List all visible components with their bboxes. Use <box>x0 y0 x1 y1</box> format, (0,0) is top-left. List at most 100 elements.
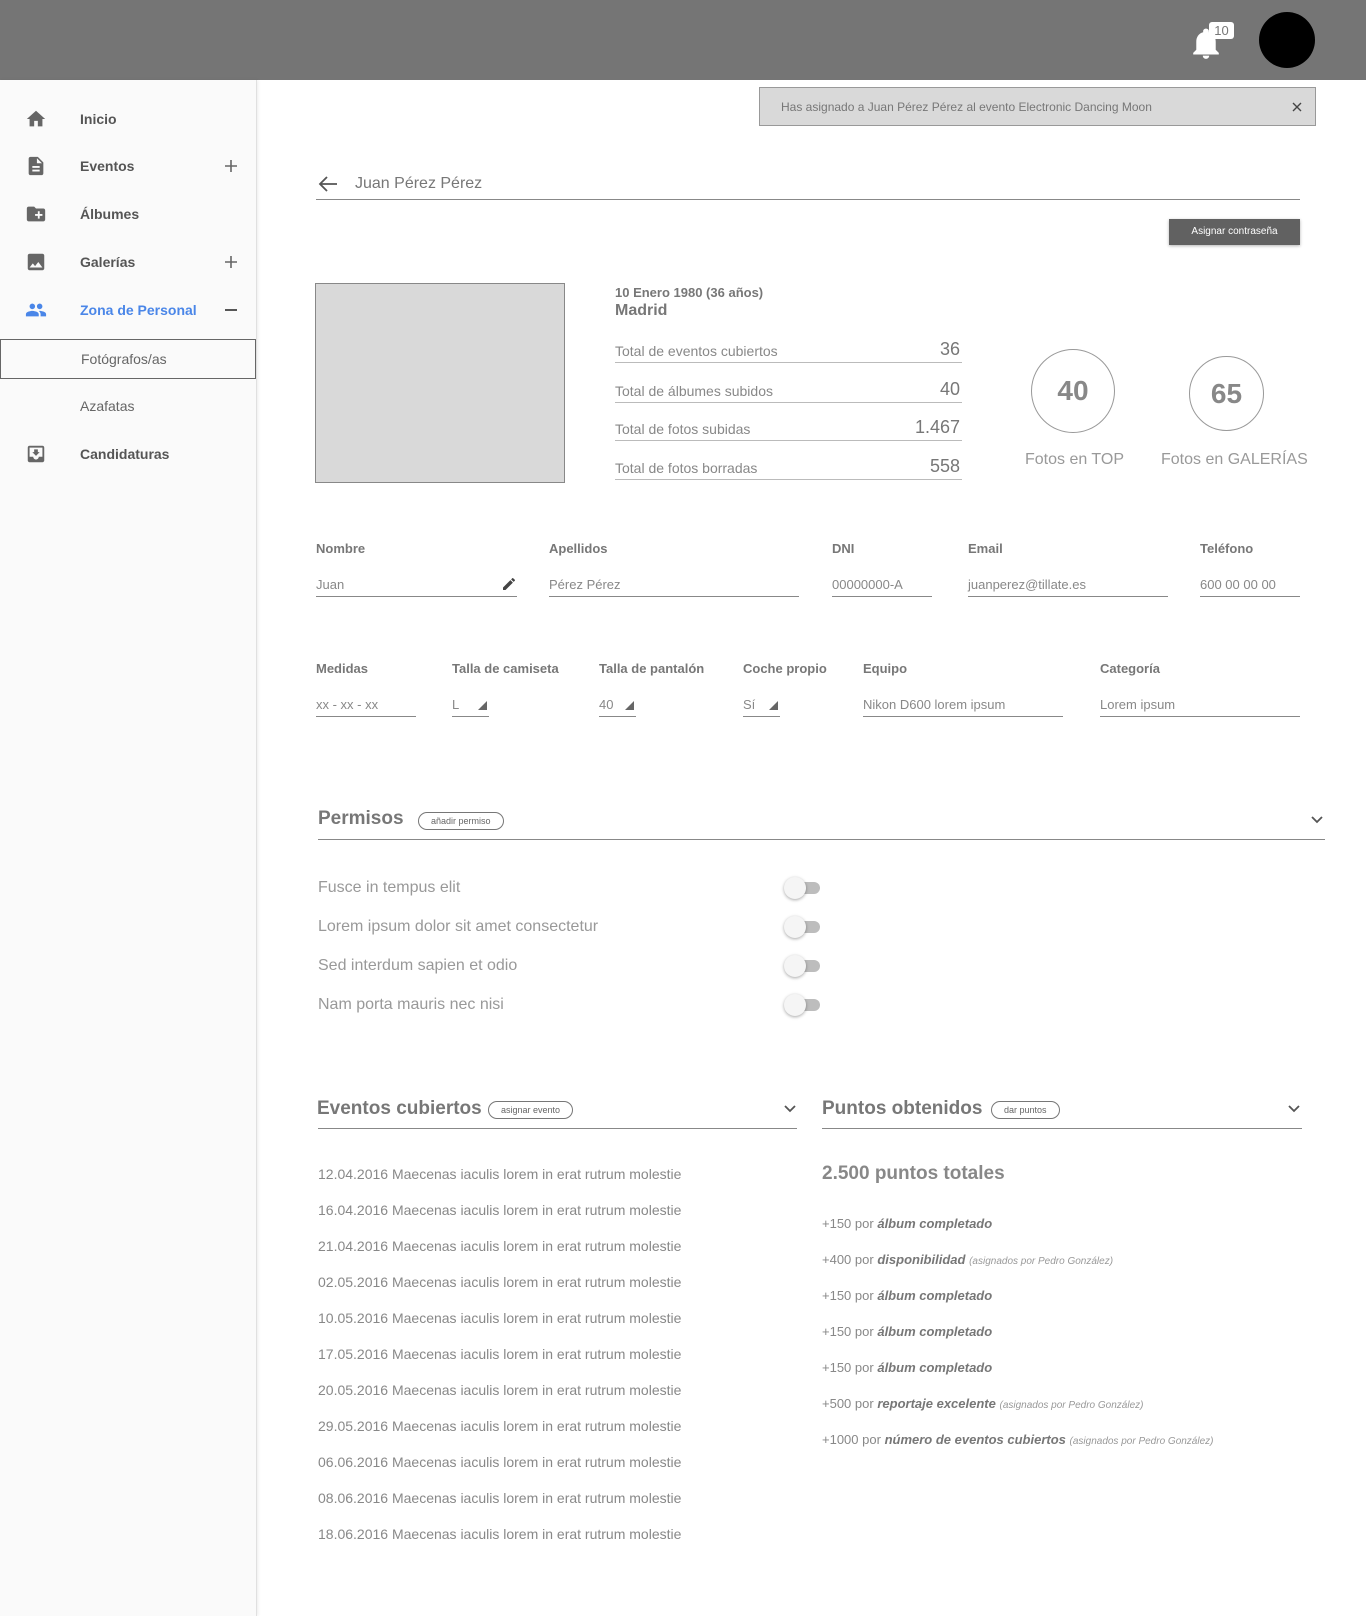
points-entry: +150 por álbum completado <box>822 1360 992 1375</box>
chevron-down-icon[interactable] <box>1310 815 1324 825</box>
categoria-field[interactable]: Lorem ipsum <box>1100 693 1300 717</box>
sidebar-subitem-azafatas[interactable]: Azafatas <box>0 386 256 426</box>
toast-message: Has asignado a Juan Pérez Pérez al event… <box>781 99 1152 114</box>
sidebar-item-inicio[interactable]: Inicio <box>0 99 257 139</box>
field-label: Coche propio <box>743 661 827 676</box>
permission-toggle[interactable] <box>784 955 824 977</box>
puntos-title: Puntos obtenidos <box>822 1098 983 1119</box>
sidebar-subitem-fotografos[interactable]: Fotógrafos/as <box>0 339 256 379</box>
dni-field[interactable]: 00000000-A <box>832 573 932 597</box>
chevron-down-icon[interactable] <box>1287 1104 1301 1114</box>
points-total: 2.500 puntos totales <box>822 1163 1005 1184</box>
stat-value: 558 <box>929 456 960 476</box>
pencil-icon[interactable] <box>503 578 515 590</box>
sidebar-item-candidaturas[interactable]: Candidaturas <box>0 434 257 474</box>
permission-toggle[interactable] <box>784 916 824 938</box>
field-value: 600 00 00 00 <box>1200 577 1276 592</box>
eventos-title: Eventos cubiertos <box>317 1098 482 1119</box>
sidebar-item-galerias[interactable]: Galerías <box>0 242 257 282</box>
permission-label: Lorem ipsum dolor sit amet consectetur <box>318 918 599 935</box>
points-amount: +150 <box>822 1288 852 1303</box>
plus-icon[interactable] <box>224 159 238 173</box>
list-item[interactable]: 06.06.2016 Maecenas iaculis lorem in era… <box>318 1454 681 1470</box>
avatar[interactable] <box>1259 12 1315 68</box>
telefono-field[interactable]: 600 00 00 00 <box>1200 573 1300 597</box>
stat-value: 40 <box>939 379 960 399</box>
list-item[interactable]: 20.05.2016 Maecenas iaculis lorem in era… <box>318 1382 681 1398</box>
divider <box>316 199 1300 200</box>
back-arrow-icon[interactable] <box>317 174 339 194</box>
field-value: Sí <box>743 697 756 712</box>
coche-propio-select[interactable]: Sí <box>743 693 780 717</box>
sidebar-item-albumes[interactable]: Álbumes <box>0 194 257 234</box>
points-reason: álbum completado <box>877 1360 993 1375</box>
nombre-field[interactable]: Juan <box>316 573 517 597</box>
top-bar: 10 <box>0 0 1366 80</box>
list-item[interactable]: 10.05.2016 Maecenas iaculis lorem in era… <box>318 1310 681 1326</box>
assign-password-button[interactable]: Asignar contraseña <box>1169 219 1300 245</box>
image-icon <box>27 253 45 271</box>
equipo-field[interactable]: Nikon D600 lorem ipsum <box>863 693 1063 717</box>
points-entry: +150 por álbum completado <box>822 1216 992 1231</box>
points-amount: +150 <box>822 1324 852 1339</box>
talla-pantalon-select[interactable]: 40 <box>599 693 636 717</box>
points-assigned-by: (asignados por Pedro González) <box>999 1400 1144 1411</box>
points-assigned-by: (asignados por Pedro González) <box>969 1256 1114 1267</box>
field-label: Email <box>968 541 1003 556</box>
list-item[interactable]: 16.04.2016 Maecenas iaculis lorem in era… <box>318 1202 681 1218</box>
list-item[interactable]: 21.04.2016 Maecenas iaculis lorem in era… <box>318 1238 681 1254</box>
talla-camiseta-select[interactable]: L <box>452 693 489 717</box>
minus-icon[interactable] <box>224 303 238 317</box>
dropdown-triangle-icon <box>769 701 778 710</box>
sidebar-item-eventos[interactable]: Eventos <box>0 146 257 186</box>
sidebar-item-label: Eventos <box>80 158 135 174</box>
list-item[interactable]: 29.05.2016 Maecenas iaculis lorem in era… <box>318 1418 681 1434</box>
points-por: por <box>854 1360 874 1375</box>
field-label: Medidas <box>316 661 369 676</box>
points-amount: +1000 <box>822 1432 859 1447</box>
list-item[interactable]: 02.05.2016 Maecenas iaculis lorem in era… <box>318 1274 681 1290</box>
people-icon <box>25 303 47 317</box>
chevron-down-icon[interactable] <box>783 1104 797 1114</box>
sidebar-item-zona-personal[interactable]: Zona de Personal <box>0 290 257 330</box>
permission-toggle[interactable] <box>784 877 824 899</box>
list-item[interactable]: 17.05.2016 Maecenas iaculis lorem in era… <box>318 1346 681 1362</box>
points-reason: reportaje excelente <box>877 1396 996 1411</box>
sidebar-subitem-label: Azafatas <box>80 398 135 414</box>
home-icon <box>26 110 46 127</box>
dropdown-triangle-icon <box>478 701 487 710</box>
stat-row: Total de eventos cubiertos 36 <box>615 333 962 363</box>
list-item[interactable]: 08.06.2016 Maecenas iaculis lorem in era… <box>318 1490 681 1506</box>
list-item[interactable]: 18.06.2016 Maecenas iaculis lorem in era… <box>318 1526 681 1542</box>
close-icon[interactable] <box>1289 99 1305 115</box>
list-item[interactable]: 12.04.2016 Maecenas iaculis lorem in era… <box>318 1166 681 1182</box>
apellidos-field[interactable]: Pérez Pérez <box>549 573 799 597</box>
field-value: 00000000-A <box>832 577 903 592</box>
stat-value: 36 <box>939 339 960 359</box>
stat-value: 1.467 <box>914 417 960 437</box>
sidebar-item-label: Álbumes <box>80 206 140 222</box>
assign-event-button[interactable]: asignar evento <box>488 1101 574 1119</box>
field-value: Pérez Pérez <box>549 577 621 592</box>
field-label: Teléfono <box>1200 541 1254 556</box>
points-entry: +150 por álbum completado <box>822 1324 992 1339</box>
points-por: por <box>854 1252 874 1267</box>
points-reason: disponibilidad <box>877 1252 966 1267</box>
page-title: Juan Pérez Pérez <box>355 175 483 192</box>
give-points-button[interactable]: dar puntos <box>991 1101 1060 1119</box>
permisos-title: Permisos <box>318 808 404 829</box>
field-value: Lorem ipsum <box>1100 697 1176 712</box>
email-field[interactable]: juanperez@tillate.es <box>968 573 1168 597</box>
field-label: Equipo <box>863 661 908 676</box>
stat-label: Total de fotos subidas <box>615 421 751 437</box>
permission-toggle[interactable] <box>784 994 824 1016</box>
medidas-field[interactable]: xx - xx - xx <box>316 693 416 717</box>
points-amount: +500 <box>822 1396 852 1411</box>
field-value: Juan <box>316 577 345 592</box>
add-permission-button[interactable]: añadir permiso <box>418 812 504 830</box>
field-label: Categoría <box>1100 661 1160 676</box>
plus-icon[interactable] <box>224 255 238 269</box>
points-amount: +150 <box>822 1360 852 1375</box>
stat-label: Total de eventos cubiertos <box>615 343 778 359</box>
permission-label: Nam porta mauris nec nisi <box>318 996 504 1013</box>
